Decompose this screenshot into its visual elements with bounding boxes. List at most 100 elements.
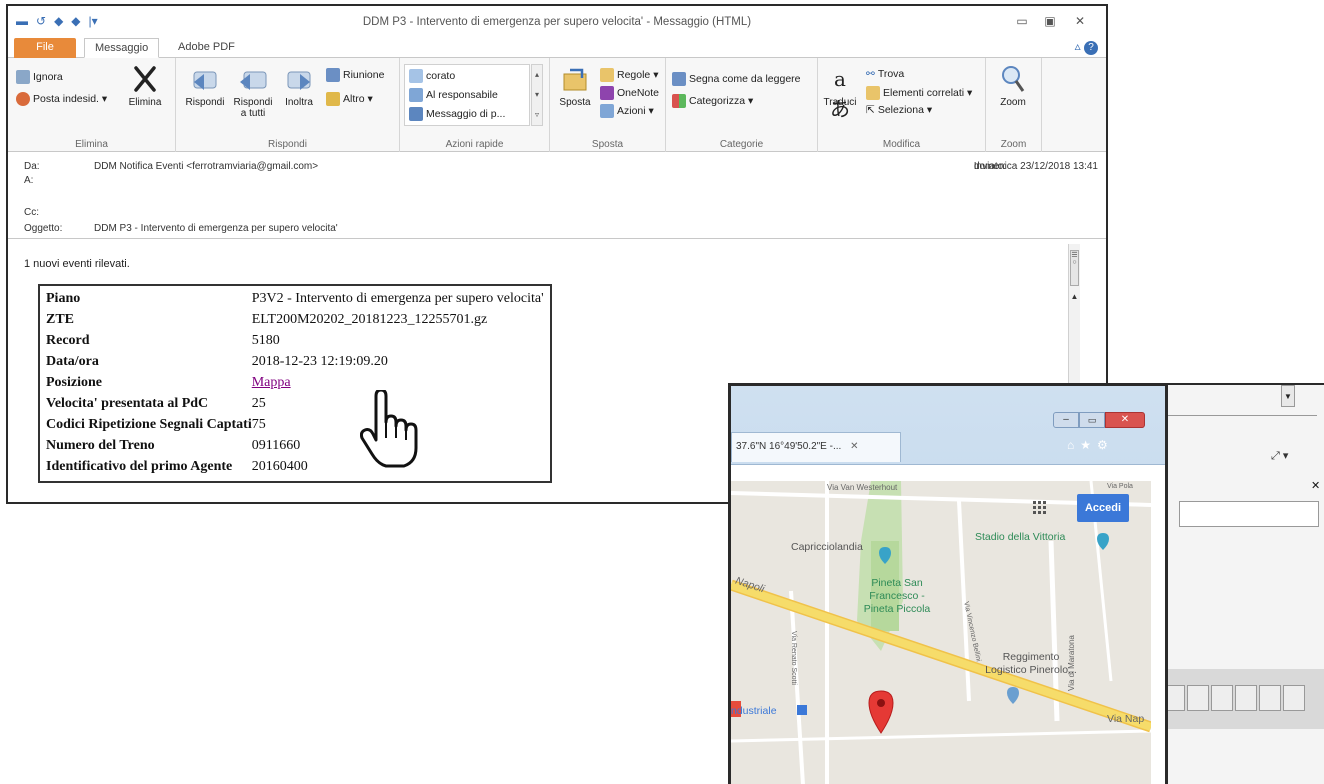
- mark-unread-icon: [672, 72, 686, 86]
- group-label-elimina: Elimina: [75, 139, 108, 150]
- translate-icon: aあ: [830, 67, 850, 121]
- close-icon[interactable]: ✕: [1068, 14, 1092, 28]
- label-via-westerhout: Via Van Westerhout: [827, 483, 898, 492]
- ribbon-tabs: File Messaggio Adobe PDF ▵ ?: [8, 36, 1106, 58]
- rispondi-a-tutti-button[interactable]: Rispondi a tutti: [230, 64, 276, 119]
- group-label-modifica: Modifica: [882, 139, 921, 150]
- event-key: Velocita' presentata al PdC: [46, 396, 209, 411]
- gear-icon[interactable]: ⚙: [1097, 438, 1114, 452]
- to-label: A:: [24, 175, 34, 186]
- label-pineta-line3: Pineta Piccola: [863, 603, 931, 615]
- actions-icon: [600, 104, 614, 118]
- event-value: P3V2 - Intervento di emergenza per super…: [251, 291, 544, 306]
- rispondi-button[interactable]: Rispondi: [182, 64, 228, 108]
- ignora-button[interactable]: Ignora: [16, 70, 63, 84]
- event-row: Velocita' presentata al PdC 25: [46, 395, 546, 416]
- bg-close-icon: ✕: [1311, 480, 1321, 492]
- minimize-icon[interactable]: ▭: [1010, 14, 1034, 28]
- event-key: Piano: [46, 291, 81, 306]
- binoculars-icon: ⚯: [866, 68, 875, 80]
- inoltra-button[interactable]: Inoltra: [276, 64, 322, 108]
- trova-button[interactable]: ⚯ Trova: [866, 68, 904, 80]
- quick-step-messaggio[interactable]: Messaggio di p...: [409, 107, 505, 121]
- elimina-button[interactable]: Elimina: [122, 64, 168, 108]
- bg-expand-icon: ⤢ ▾: [1271, 450, 1289, 462]
- subject-value: DDM P3 - Intervento di emergenza per sup…: [94, 223, 338, 234]
- event-row: Record 5180: [46, 332, 546, 353]
- browser-restore-icon[interactable]: ▭: [1079, 412, 1105, 428]
- from-value[interactable]: DDM Notifica Eventi <ferrotramviaria@gma…: [94, 161, 318, 172]
- apps-grid-icon[interactable]: [1033, 501, 1047, 515]
- browser-toolbar-icons: ⌂★⚙: [1067, 438, 1114, 452]
- magnifier-icon: [1002, 66, 1025, 92]
- elementi-correlati-button[interactable]: Elementi correlati ▾: [866, 86, 972, 100]
- more-icon: [326, 92, 340, 106]
- quick-step-corato[interactable]: corato: [409, 69, 455, 83]
- hand-pointer-icon: [360, 390, 418, 468]
- segna-da-leggere-button[interactable]: Segna come da leggere: [672, 72, 801, 86]
- tab-messaggio[interactable]: Messaggio: [84, 38, 160, 58]
- meeting-icon: [326, 68, 340, 82]
- browser-overlay: ▼ ⤢ ▾ ✕ – ▭ ✕ 37.6"N 16°49'50.2"E -... ✕: [728, 383, 1324, 784]
- subject-label: Oggetto:: [24, 223, 63, 234]
- label-capricciolandia: Capricciolandia: [791, 541, 863, 553]
- event-value: 5180: [251, 333, 280, 348]
- zoom-button[interactable]: Zoom: [990, 64, 1036, 108]
- browser-tab-title: 37.6"N 16°49'50.2"E -...: [736, 441, 842, 452]
- home-icon[interactable]: ⌂: [1067, 438, 1080, 452]
- reply-icon: [193, 71, 217, 90]
- event-table: Piano P3V2 - Intervento di emergenza per …: [38, 284, 552, 483]
- accedi-button[interactable]: Accedi: [1077, 494, 1129, 522]
- riunione-button[interactable]: Riunione: [326, 68, 384, 82]
- map-view[interactable]: Via Van Westerhout Via Pola Capricciolan…: [731, 481, 1151, 784]
- event-key: Posizione: [46, 375, 102, 390]
- seleziona-button[interactable]: ⇱ Seleziona ▾: [866, 104, 932, 116]
- regole-button[interactable]: Regole ▾: [600, 68, 658, 82]
- message-header: Da: DDM Notifica Eventi <ferrotramviaria…: [8, 153, 1106, 239]
- browser-close-icon[interactable]: ✕: [1105, 412, 1145, 428]
- avatar-icon: [1259, 685, 1281, 711]
- scroll-up-icon[interactable]: ▲: [1069, 292, 1080, 302]
- group-label-zoom: Zoom: [1000, 139, 1027, 150]
- bg-scroll-down-icon: ▼: [1281, 385, 1295, 407]
- mappa-link[interactable]: Mappa: [252, 375, 291, 390]
- tab-file[interactable]: File: [14, 38, 76, 58]
- label-pineta-line2: Francesco -: [869, 590, 925, 602]
- onenote-icon: [600, 86, 614, 100]
- browser-tab[interactable]: 37.6"N 16°49'50.2"E -... ✕: [731, 432, 901, 462]
- sposta-button[interactable]: Sposta: [552, 64, 598, 108]
- browser-minimize-icon[interactable]: –: [1053, 412, 1079, 428]
- altro-button[interactable]: Altro ▾: [326, 92, 373, 106]
- background-window: ▼ ⤢ ▾ ✕: [1162, 383, 1324, 784]
- quick-steps-scroll[interactable]: ▴ ▾ ▿: [531, 64, 543, 126]
- intro-text: 1 nuovi eventi rilevati.: [24, 258, 130, 270]
- azioni-button[interactable]: Azioni ▾: [600, 104, 654, 118]
- event-key: Data/ora: [46, 354, 99, 369]
- team-email-icon: [409, 107, 423, 121]
- reply-all-icon: [240, 71, 267, 90]
- onenote-button[interactable]: OneNote: [600, 86, 659, 100]
- group-zoom: Zoom Zoom: [986, 58, 1042, 152]
- quick-step-al-responsabile[interactable]: Al responsabile: [409, 88, 498, 102]
- tab-adobe-pdf[interactable]: Adobe PDF: [168, 38, 245, 58]
- event-row: Numero del Treno 0911660: [46, 437, 546, 458]
- window-title: DDM P3 - Intervento di emergenza per sup…: [362, 16, 752, 28]
- star-icon[interactable]: ★: [1080, 438, 1097, 452]
- bg-attendees-strip: [1163, 669, 1324, 729]
- group-rispondi: Rispondi Rispondi a tutti Inoltra Riunio…: [176, 58, 400, 152]
- avatar-icon: [1187, 685, 1209, 711]
- label-via-pola: Via Pola: [1107, 483, 1133, 490]
- traduci-button[interactable]: aあ Traduci: [820, 64, 860, 121]
- categorizza-button[interactable]: Categorizza ▾: [672, 94, 753, 108]
- event-value: ELT200M20202_20181223_12255701.gz: [251, 312, 488, 327]
- posta-indesiderata-button[interactable]: Posta indesid. ▾: [16, 92, 107, 106]
- help-icon[interactable]: ▵ ?: [1075, 39, 1098, 55]
- sent-value: domenica 23/12/2018 13:41: [974, 161, 1098, 172]
- group-label-sposta: Sposta: [591, 139, 624, 150]
- event-row: Piano P3V2 - Intervento di emergenza per …: [46, 290, 546, 311]
- scrollbar-thumb[interactable]: ☰ ○: [1070, 250, 1079, 286]
- restore-icon[interactable]: ▣: [1038, 14, 1062, 28]
- event-key: Identificativo del primo Agente: [46, 459, 233, 474]
- event-row: ZTE ELT200M20202_20181223_12255701.gz: [46, 311, 546, 332]
- tab-close-icon[interactable]: ✕: [850, 441, 858, 452]
